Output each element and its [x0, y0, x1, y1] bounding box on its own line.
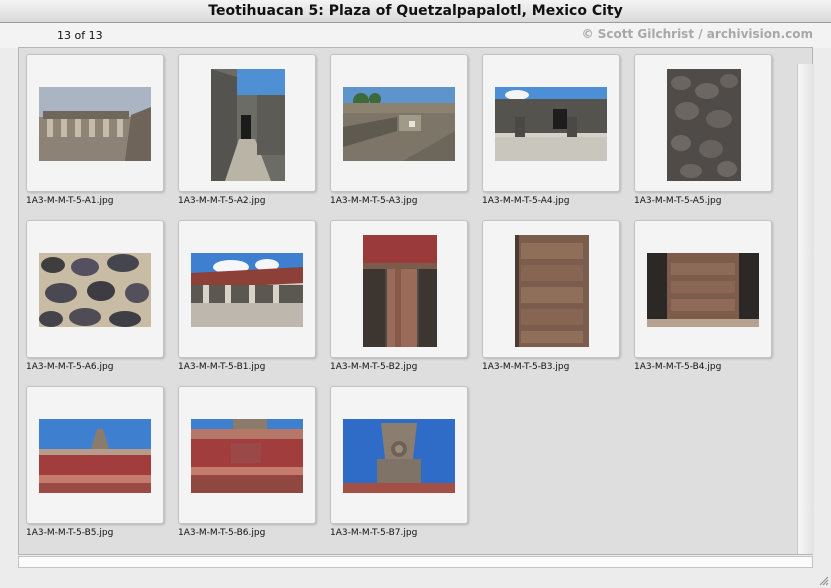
thumbnail-image — [343, 87, 455, 161]
thumbnail-b5[interactable] — [26, 386, 164, 524]
thumbnail-b3[interactable] — [482, 220, 620, 358]
vertical-scrollbar[interactable] — [797, 64, 814, 554]
thumbnail-image — [211, 69, 285, 181]
thumbnail-a3[interactable] — [330, 54, 468, 192]
thumbnail-b2[interactable] — [330, 220, 468, 358]
thumbnail-caption: 1A3-M-M-T-5-B1.jpg — [178, 362, 266, 372]
thumbnail-image — [667, 69, 741, 181]
thumbnail-caption: 1A3-M-M-T-5-B7.jpg — [330, 528, 418, 538]
thumbnail-caption: 1A3-M-M-T-5-B6.jpg — [178, 528, 266, 538]
thumbnail-caption: 1A3-M-M-T-5-A5.jpg — [634, 196, 722, 206]
thumbnail-caption: 1A3-M-M-T-5-A6.jpg — [26, 362, 114, 372]
thumbnail-b6[interactable] — [178, 386, 316, 524]
thumbnail-image — [39, 253, 151, 327]
thumbnail-b1[interactable] — [178, 220, 316, 358]
thumbnail-a5[interactable] — [634, 54, 772, 192]
thumbnail-a6[interactable] — [26, 220, 164, 358]
thumbnail-image — [191, 419, 303, 493]
thumbnail-image — [515, 235, 589, 347]
thumbnail-a2[interactable] — [178, 54, 316, 192]
thumbnail-b4[interactable] — [634, 220, 772, 358]
copyright-credit: © Scott Gilchrist / archivision.com — [581, 27, 813, 41]
thumbnail-a1[interactable] — [26, 54, 164, 192]
horizontal-scrollbar[interactable] — [18, 556, 813, 568]
resize-grip-icon[interactable] — [817, 574, 829, 586]
toolbar: 13 of 13 © Scott Gilchrist / archivision… — [0, 23, 831, 48]
thumbnail-caption: 1A3-M-M-T-5-A1.jpg — [26, 196, 114, 206]
thumbnail-image — [495, 87, 607, 161]
thumbnail-image — [39, 87, 151, 161]
thumbnail-caption: 1A3-M-M-T-5-B2.jpg — [330, 362, 418, 372]
image-counter: 13 of 13 — [57, 29, 103, 42]
thumbnail-b7[interactable] — [330, 386, 468, 524]
thumbnail-caption: 1A3-M-M-T-5-A4.jpg — [482, 196, 570, 206]
thumbnail-caption: 1A3-M-M-T-5-A2.jpg — [178, 196, 266, 206]
thumbnail-image — [39, 419, 151, 493]
thumbnail-caption: 1A3-M-M-T-5-A3.jpg — [330, 196, 418, 206]
thumbnail-caption: 1A3-M-M-T-5-B4.jpg — [634, 362, 722, 372]
thumbnail-caption: 1A3-M-M-T-5-B3.jpg — [482, 362, 570, 372]
thumbnail-image — [343, 419, 455, 493]
thumbnail-caption: 1A3-M-M-T-5-B5.jpg — [26, 528, 114, 538]
thumbnail-a4[interactable] — [482, 54, 620, 192]
window-title: Teotihuacan 5: Plaza of Quetzalpapalotl,… — [0, 0, 831, 23]
thumbnail-image — [191, 253, 303, 327]
thumbnail-grid: 1A3-M-M-T-5-A1.jpg 1A3-M-M-T-5-A2.jpg 1A… — [18, 47, 813, 555]
thumbnail-image — [647, 253, 759, 327]
thumbnail-image — [363, 235, 437, 347]
